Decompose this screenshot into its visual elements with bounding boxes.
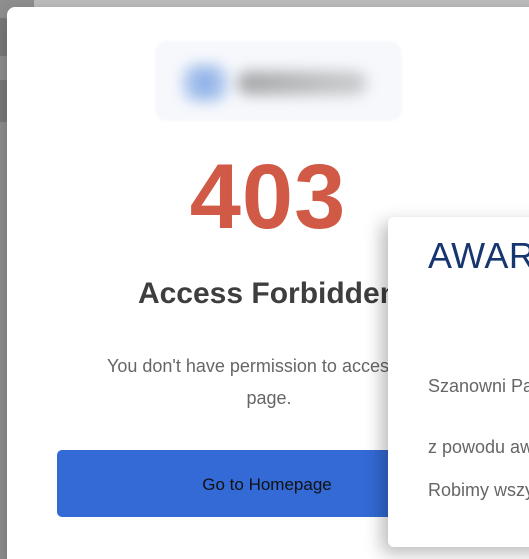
award-dialog-line-3: Robimy wszystko [428, 480, 529, 500]
blurred-logo-icon [181, 63, 229, 103]
award-dialog: AWARIA Szanowni Państwo, z powodu awarii… [388, 217, 529, 547]
award-dialog-line-2: z powodu awarii [428, 437, 529, 457]
site-logo [155, 41, 402, 121]
screen: 403 Access Forbidden You don't have perm… [0, 0, 529, 559]
award-dialog-title: AWARIA [428, 235, 529, 276]
award-dialog-line-1: Szanowni Państwo, [428, 376, 529, 396]
blurred-logo-text [237, 71, 367, 95]
